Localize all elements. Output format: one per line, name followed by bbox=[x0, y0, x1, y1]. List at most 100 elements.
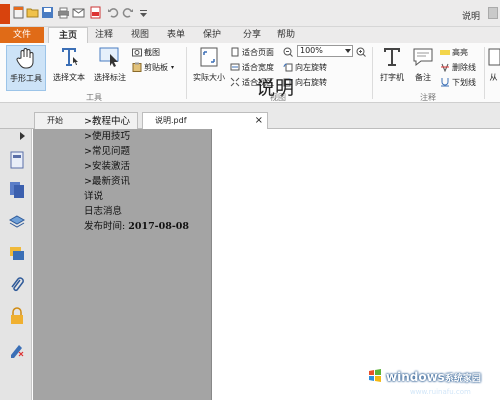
undo-icon[interactable] bbox=[107, 6, 120, 19]
customize-toolbar-icon[interactable] bbox=[137, 6, 150, 19]
redo-icon[interactable] bbox=[121, 6, 134, 19]
document-link-list: >教程中心 >使用技巧 >常见问题 >安装激活 >最新资讯 详说 日志消息 发布… bbox=[84, 114, 189, 234]
typewriter-button[interactable]: 打字机 bbox=[376, 45, 408, 91]
clipboard-icon bbox=[132, 62, 142, 72]
select-text-button[interactable]: 选择文本 bbox=[48, 45, 90, 91]
screenshot-label: 截图 bbox=[144, 47, 160, 57]
tab-comment[interactable]: 注释 bbox=[88, 27, 120, 43]
select-annotation-label: 选择标注 bbox=[94, 73, 126, 82]
underline-label: 下划线 bbox=[452, 77, 476, 87]
tab-help[interactable]: 帮助 bbox=[270, 27, 302, 43]
watermark-brand: windows bbox=[386, 370, 445, 384]
signature-icon[interactable] bbox=[9, 340, 25, 358]
fit-page-button[interactable]: 适合页面 bbox=[230, 46, 274, 58]
clipboard-dropdown-icon[interactable]: ▾ bbox=[171, 64, 174, 71]
fit-width-icon bbox=[230, 62, 240, 72]
hand-icon bbox=[14, 46, 38, 70]
actual-size-label: 实际大小 bbox=[193, 73, 225, 82]
email-icon[interactable] bbox=[72, 6, 85, 19]
page-thumbnail-icon[interactable] bbox=[9, 151, 25, 169]
pdf-file-icon[interactable] bbox=[89, 6, 102, 19]
actual-size-button[interactable]: 实际大小 bbox=[189, 45, 229, 91]
link-usage-tips[interactable]: >使用技巧 bbox=[84, 129, 189, 144]
print-icon[interactable] bbox=[57, 6, 70, 19]
tab-protect[interactable]: 保护 bbox=[196, 27, 228, 43]
link-latest-news[interactable]: >最新资讯 bbox=[84, 174, 189, 189]
fit-width-button[interactable]: 适合宽度 bbox=[230, 61, 274, 73]
strikethrough-label: 删除线 bbox=[452, 62, 476, 72]
clipboard-button[interactable]: 剪贴板 ▾ bbox=[132, 61, 174, 73]
watermark-brand-cn: 系统家园 bbox=[444, 374, 481, 384]
fit-width-label: 适合宽度 bbox=[242, 62, 274, 72]
select-annotation-button[interactable]: 选择标注 bbox=[90, 45, 130, 91]
save-icon[interactable] bbox=[41, 6, 54, 19]
quick-access-toolbar: 说明 bbox=[0, 0, 500, 27]
actual-size-icon bbox=[197, 45, 221, 69]
fit-page-icon bbox=[230, 47, 240, 57]
note-icon bbox=[411, 45, 435, 69]
select-annotation-icon bbox=[98, 45, 122, 69]
expand-panel-icon[interactable] bbox=[20, 132, 25, 140]
zoom-dropdown-icon bbox=[345, 49, 351, 53]
select-text-label: 选择文本 bbox=[53, 73, 85, 82]
typewriter-icon bbox=[380, 45, 404, 69]
rotate-left-icon bbox=[283, 62, 293, 72]
pdf-page bbox=[211, 129, 500, 400]
comments-icon[interactable] bbox=[9, 245, 25, 263]
underline-button[interactable]: 下划线 bbox=[440, 76, 476, 88]
tab-home[interactable]: 主页 bbox=[48, 27, 88, 43]
camera-icon bbox=[132, 47, 142, 57]
tab-share[interactable]: 分享 bbox=[232, 27, 272, 43]
open-folder-icon[interactable] bbox=[26, 6, 39, 19]
windows-logo-icon bbox=[368, 369, 382, 383]
details-text: 详说 bbox=[84, 191, 104, 202]
fit-page-label: 适合页面 bbox=[242, 47, 274, 57]
zoom-out-icon bbox=[283, 47, 293, 57]
link-install-activate[interactable]: >安装激活 bbox=[84, 159, 189, 174]
rotate-left-label: 向左旋转 bbox=[295, 62, 327, 72]
strikethrough-button[interactable]: 删除线 bbox=[440, 61, 476, 73]
link-faq[interactable]: >常见问题 bbox=[84, 144, 189, 159]
clipboard-label: 剪贴板 bbox=[144, 62, 168, 72]
file-menu[interactable]: 文件 bbox=[0, 27, 44, 43]
link-tutorial-center[interactable]: >教程中心 bbox=[84, 114, 189, 129]
document-tab-strip: 开始 说明.pdf × bbox=[0, 103, 500, 129]
watermark-logo: windows系统家园 www.ruinafu.com bbox=[368, 366, 496, 400]
more-button[interactable]: 从 bbox=[487, 45, 500, 91]
screenshot-button[interactable]: 截图 bbox=[132, 46, 160, 58]
close-icon[interactable]: × bbox=[255, 113, 263, 129]
pages-icon[interactable] bbox=[9, 181, 25, 199]
zoom-in-icon bbox=[356, 47, 366, 57]
document-title: 说明 bbox=[256, 77, 295, 99]
menu-tab-row: 文件 主页 注释 视图 表单 保护 分享 帮助 bbox=[0, 27, 500, 43]
zoom-value: 100% bbox=[300, 46, 323, 55]
text-cursor-icon bbox=[57, 45, 81, 69]
watermark-text: windows系统家园 bbox=[386, 370, 481, 384]
highlight-button[interactable]: 高亮 bbox=[440, 46, 468, 58]
zoom-in-button[interactable] bbox=[356, 46, 368, 58]
note-button[interactable]: 备注 bbox=[410, 45, 436, 91]
log-messages-text: 日志消息 bbox=[84, 206, 123, 217]
group-separator bbox=[484, 47, 485, 99]
lock-icon[interactable] bbox=[9, 307, 25, 325]
hand-tool-label: 手形工具 bbox=[10, 74, 42, 83]
fit-view-icon bbox=[230, 77, 240, 87]
hand-tool-button[interactable]: 手形工具 bbox=[6, 45, 46, 91]
tab-start-label: 开始 bbox=[47, 116, 63, 125]
zoom-out-button[interactable] bbox=[283, 46, 295, 58]
zoom-select[interactable]: 100% bbox=[297, 45, 353, 57]
rotate-right-label: 向右旋转 bbox=[295, 77, 327, 87]
new-file-icon[interactable] bbox=[12, 6, 25, 19]
tab-view[interactable]: 视图 bbox=[124, 27, 156, 43]
rotate-left-button[interactable]: 向左旋转 bbox=[283, 61, 327, 73]
restore-icon[interactable] bbox=[488, 7, 498, 19]
layers-icon[interactable] bbox=[8, 213, 26, 231]
tab-form[interactable]: 表单 bbox=[160, 27, 192, 43]
underline-icon bbox=[440, 77, 450, 87]
strikethrough-icon bbox=[440, 62, 450, 73]
attachment-icon[interactable] bbox=[9, 276, 25, 294]
annotation-group-label: 注释 bbox=[420, 93, 436, 102]
group-separator bbox=[186, 47, 187, 99]
note-label: 备注 bbox=[415, 73, 431, 82]
ribbon-home: 手形工具 选择文本 选择标注 截图 剪贴板 ▾ 工具 实际大小 适合页面 适合宽… bbox=[0, 43, 500, 103]
